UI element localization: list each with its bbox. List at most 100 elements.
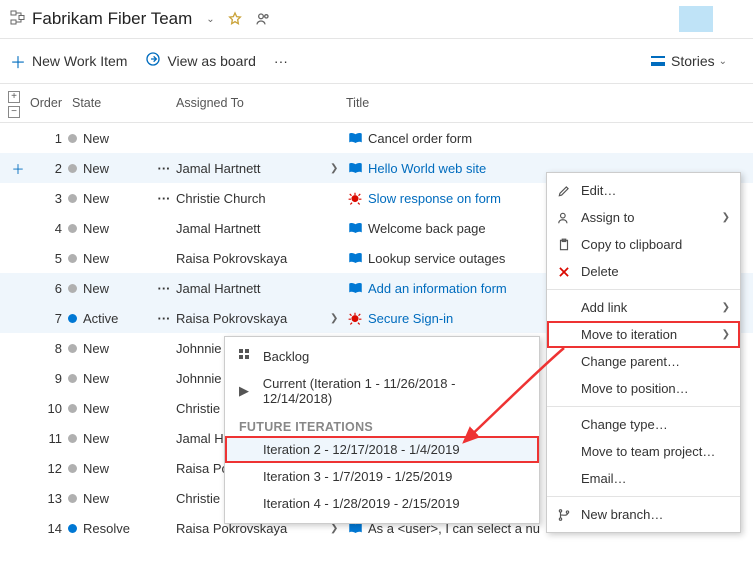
annotation-arrow [456, 342, 586, 462]
user-avatar[interactable] [679, 6, 713, 32]
row-order: 14 [28, 521, 68, 536]
row-order: 4 [28, 221, 68, 236]
row-state: New [68, 401, 152, 416]
list-icon [651, 56, 665, 66]
row-order: 11 [28, 431, 68, 446]
menu-edit[interactable]: Edit… [547, 177, 740, 204]
state-dot-icon [68, 224, 77, 233]
row-actions-button[interactable]: ··· [152, 311, 176, 326]
row-order: 13 [28, 491, 68, 506]
arrow-right-icon: ▶ [239, 383, 257, 399]
row-state: New [68, 161, 152, 176]
user-story-icon [346, 161, 364, 175]
favorite-star-icon[interactable] [221, 9, 249, 29]
new-work-item-label: New Work Item [32, 53, 127, 69]
backlog-grid-icon [239, 349, 257, 364]
new-work-item-button[interactable]: ＋ New Work Item [10, 49, 127, 73]
row-state: New [68, 131, 152, 146]
menu-delete-label: Delete [581, 264, 619, 279]
menu-movepos-label: Move to position… [581, 381, 689, 396]
row-title-text: Lookup service outages [368, 251, 505, 266]
row-actions-button[interactable]: ··· [152, 191, 176, 206]
expand-toggle-icon[interactable]: ❯ [330, 313, 342, 324]
row-state: Active [68, 311, 152, 326]
user-story-icon [346, 131, 364, 145]
menu-moveiter-label: Move to iteration [581, 327, 677, 342]
row-assigned-to: Christie Church [176, 191, 330, 206]
row-assigned-to: Raisa Pokrovskaya [176, 311, 330, 326]
plus-icon: ＋ [10, 49, 26, 73]
submenu-iteration-4[interactable]: Iteration 4 - 1/28/2019 - 2/15/2019 [225, 490, 539, 517]
row-title-cell[interactable]: Cancel order form [342, 131, 745, 146]
user-story-icon [346, 251, 364, 265]
row-order: 9 [28, 371, 68, 386]
team-dropdown[interactable]: ⌄ [196, 12, 220, 27]
state-dot-icon [68, 284, 77, 293]
branch-icon [557, 508, 575, 522]
submenu-iteration-3[interactable]: Iteration 3 - 1/7/2019 - 1/25/2019 [225, 463, 539, 490]
expand-toggle-icon[interactable]: ❯ [330, 523, 342, 534]
row-order: 6 [28, 281, 68, 296]
row-actions-button[interactable]: ··· [152, 281, 176, 296]
menu-addlink-label: Add link [581, 300, 627, 315]
menu-edit-label: Edit… [581, 183, 616, 198]
row-state: New [68, 431, 152, 446]
row-state: New [68, 461, 152, 476]
menu-changeparent-label: Change parent… [581, 354, 680, 369]
state-dot-icon [68, 494, 77, 503]
chevron-right-icon: ❯ [722, 212, 730, 223]
state-dot-icon [68, 464, 77, 473]
row-order: 3 [28, 191, 68, 206]
clipboard-icon [557, 238, 575, 252]
menu-copy-label: Copy to clipboard [581, 237, 682, 252]
team-name[interactable]: Fabrikam Fiber Team [32, 9, 192, 29]
view-as-board-button[interactable]: View as board [145, 51, 255, 72]
backlog-toolbar: ＋ New Work Item View as board ··· Storie… [0, 39, 753, 84]
row-title-text: Welcome back page [368, 221, 486, 236]
row-actions-button[interactable]: ··· [152, 161, 176, 176]
row-order: 12 [28, 461, 68, 476]
backlog-level-selector[interactable]: Stories ⌄ [651, 53, 727, 69]
state-dot-icon [68, 434, 77, 443]
menu-new-branch[interactable]: New branch… [547, 501, 740, 528]
col-title[interactable]: Title [342, 96, 745, 110]
row-state: New [68, 251, 152, 266]
row-title-text: Slow response on form [368, 191, 501, 206]
people-icon[interactable] [249, 9, 277, 29]
state-dot-icon [68, 344, 77, 353]
view-as-board-label: View as board [167, 53, 255, 69]
expand-toggle-icon[interactable]: ❯ [330, 163, 342, 174]
menu-assign-label: Assign to [581, 210, 634, 225]
work-item-row[interactable]: 1NewCancel order form [0, 123, 753, 153]
state-dot-icon [68, 164, 77, 173]
row-state: New [68, 371, 152, 386]
submenu-iter4-label: Iteration 4 - 1/28/2019 - 2/15/2019 [263, 496, 460, 511]
menu-delete[interactable]: Delete [547, 258, 740, 285]
row-order: 8 [28, 341, 68, 356]
submenu-iter3-label: Iteration 3 - 1/7/2019 - 1/25/2019 [263, 469, 452, 484]
state-dot-icon [68, 374, 77, 383]
state-dot-icon [68, 254, 77, 263]
state-dot-icon [68, 194, 77, 203]
col-order[interactable]: Order [28, 96, 68, 110]
menu-changetype-label: Change type… [581, 417, 668, 432]
menu-assign-to[interactable]: Assign to ❯ [547, 204, 740, 231]
row-order: 10 [28, 401, 68, 416]
menu-copy[interactable]: Copy to clipboard [547, 231, 740, 258]
row-state: New [68, 281, 152, 296]
col-state[interactable]: State [68, 96, 152, 110]
menu-newbranch-label: New branch… [581, 507, 663, 522]
col-assigned[interactable]: Assigned To [176, 96, 330, 110]
expand-all-controls[interactable]: +− [8, 88, 28, 118]
row-title-text: Cancel order form [368, 131, 472, 146]
add-child-icon[interactable]: ＋ [8, 159, 28, 178]
row-title-text: Add an information form [368, 281, 507, 296]
person-icon [557, 211, 575, 225]
submenu-backlog-label: Backlog [263, 349, 309, 364]
menu-email[interactable]: Email… [547, 465, 740, 492]
more-toolbar-button[interactable]: ··· [274, 53, 288, 69]
row-assigned-to: Jamal Hartnett [176, 161, 330, 176]
menu-add-link[interactable]: Add link ❯ [547, 294, 740, 321]
row-state: New [68, 191, 152, 206]
row-order: 7 [28, 311, 68, 326]
